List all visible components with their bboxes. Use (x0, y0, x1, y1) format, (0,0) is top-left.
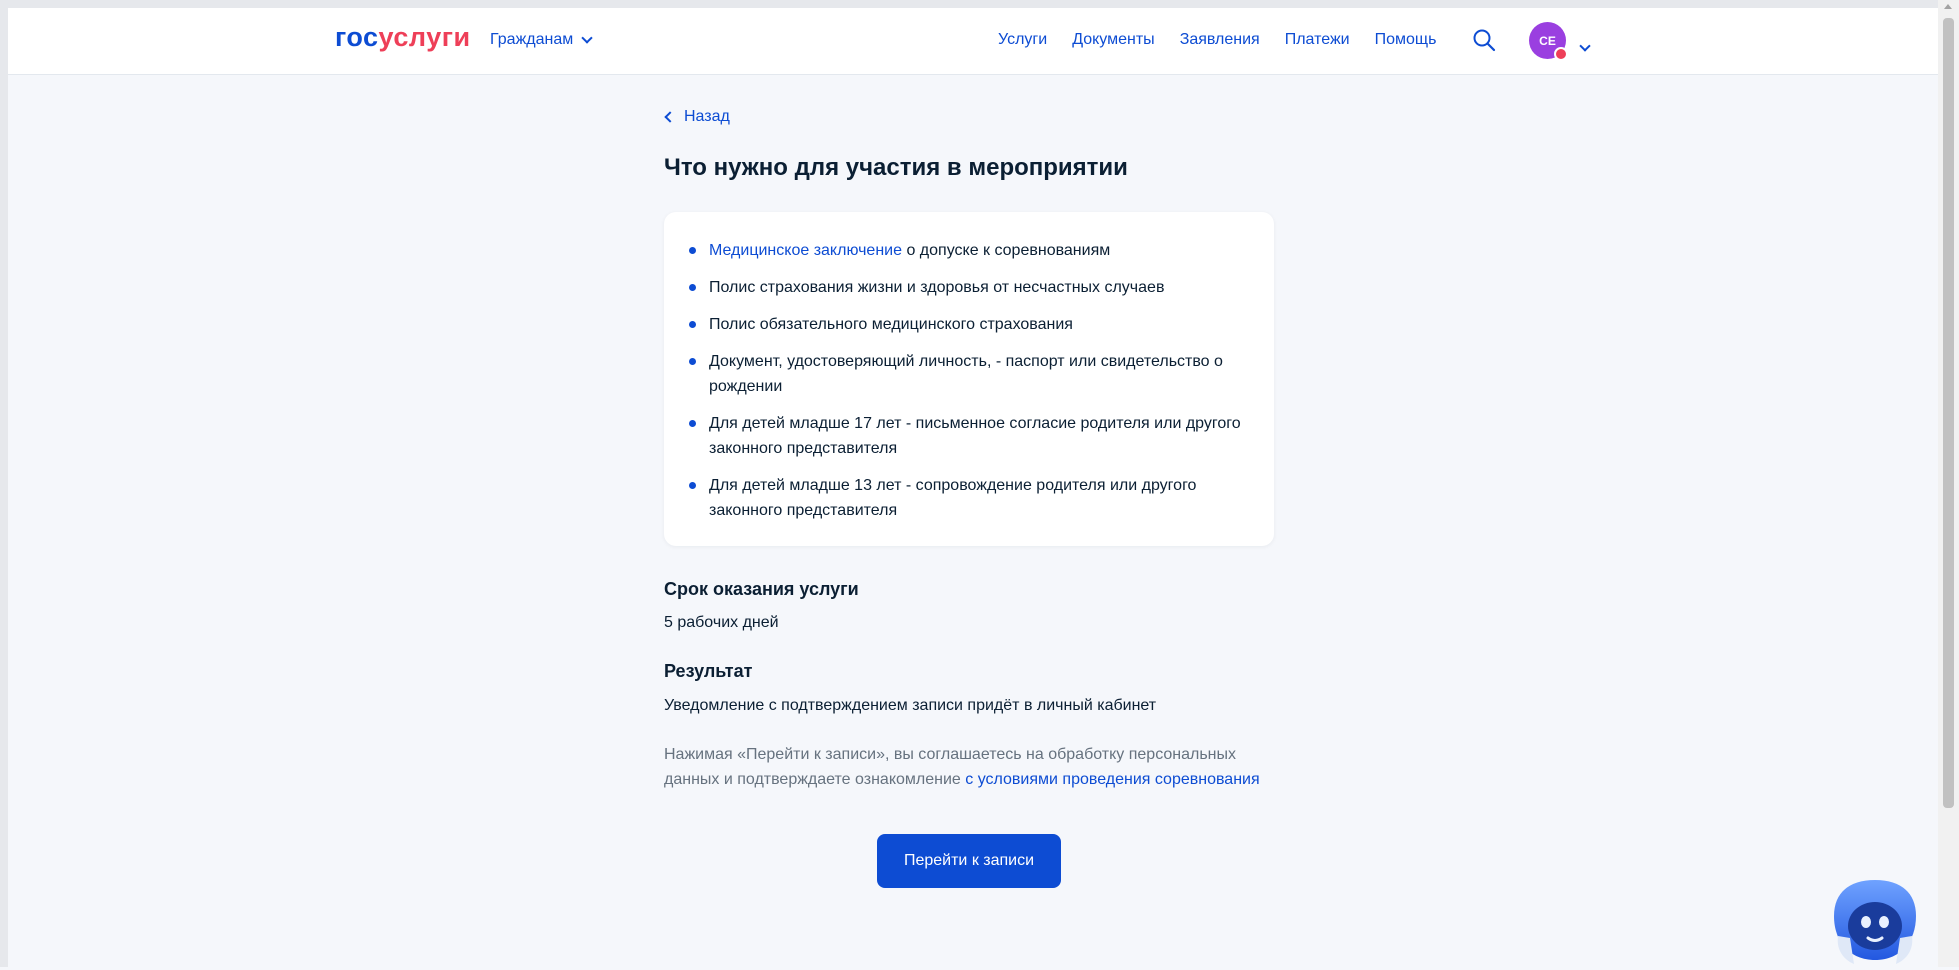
top-header: госуслуги Гражданам Услуги Документы Зая… (8, 8, 1938, 75)
chevron-left-icon (664, 111, 676, 123)
bullet-icon (689, 420, 696, 427)
list-item: Медицинское заключение о допуске к сорев… (688, 238, 1244, 263)
chevron-down-icon (1579, 40, 1591, 52)
scrollbar-thumb[interactable] (1943, 18, 1954, 808)
page-title: Что нужно для участия в мероприятии (664, 154, 1128, 181)
medical-certificate-link[interactable]: Медицинское заключение (709, 242, 902, 259)
term-value: 5 рабочих дней (664, 614, 779, 631)
gosuslugi-logo[interactable]: госуслуги (335, 22, 471, 53)
requirements-list: Медицинское заключение о допуске к сорев… (688, 238, 1244, 523)
nav-item-services[interactable]: Услуги (998, 31, 1047, 49)
go-to-registration-button[interactable]: Перейти к записи (877, 834, 1061, 888)
chevron-down-icon (581, 32, 593, 44)
requirements-card: Медицинское заключение о допуске к сорев… (664, 212, 1274, 546)
avatar-initials: СЕ (1539, 33, 1556, 48)
main-nav: Услуги Документы Заявления Платежи Помощ… (998, 31, 1461, 49)
bullet-icon (689, 321, 696, 328)
citizens-label: Гражданам (490, 31, 574, 48)
scroll-up-icon[interactable] (1944, 4, 1952, 9)
nav-item-help[interactable]: Помощь (1375, 31, 1437, 49)
list-item: Полис страхования жизни и здоровья от не… (688, 275, 1244, 300)
list-item: Документ, удостоверяющий личность, - пас… (688, 349, 1244, 399)
consent-text: Нажимая «Перейти к записи», вы соглашает… (664, 742, 1284, 792)
list-item-text: Для детей младше 17 лет - письменное сог… (709, 415, 1241, 457)
vertical-scrollbar[interactable] (1938, 0, 1959, 967)
notification-dot (1554, 47, 1568, 61)
bullet-icon (689, 358, 696, 365)
list-item-text: Полис обязательного медицинского страхов… (709, 316, 1073, 333)
profile-menu-toggle[interactable] (1579, 37, 1591, 55)
bullet-icon (689, 482, 696, 489)
page: госуслуги Гражданам Услуги Документы Зая… (0, 0, 1938, 967)
back-label: Назад (684, 108, 730, 125)
list-item-text: о допуске к соревнованиям (902, 242, 1111, 259)
citizens-dropdown[interactable]: Гражданам (490, 31, 593, 49)
list-item: Полис обязательного медицинского страхов… (688, 312, 1244, 337)
list-item: Для детей младше 17 лет - письменное сог… (688, 411, 1244, 461)
result-title: Результат (664, 661, 753, 681)
logo-part-gos: гос (335, 22, 379, 52)
bullet-icon (689, 247, 696, 254)
list-item: Для детей младше 13 лет - сопровождение … (688, 473, 1244, 523)
search-icon[interactable] (1472, 28, 1496, 52)
logo-part-uslugi: услуги (378, 22, 471, 52)
result-value: Уведомление с подтверждением записи прид… (664, 697, 1157, 714)
nav-item-documents[interactable]: Документы (1072, 31, 1154, 49)
bullet-icon (689, 284, 696, 291)
list-item-text: Документ, удостоверяющий личность, - пас… (709, 353, 1223, 395)
list-item-text: Полис страхования жизни и здоровья от не… (709, 279, 1165, 296)
term-title: Срок оказания услуги (664, 579, 859, 599)
nav-item-payments[interactable]: Платежи (1285, 31, 1350, 49)
competition-terms-link[interactable]: с условиями проведения соревнования (965, 771, 1259, 788)
nav-item-applications[interactable]: Заявления (1180, 31, 1260, 49)
robot-assistant-icon[interactable] (1830, 876, 1920, 970)
list-item-text: Для детей младше 13 лет - сопровождение … (709, 477, 1197, 519)
back-link[interactable]: Назад (664, 108, 730, 126)
